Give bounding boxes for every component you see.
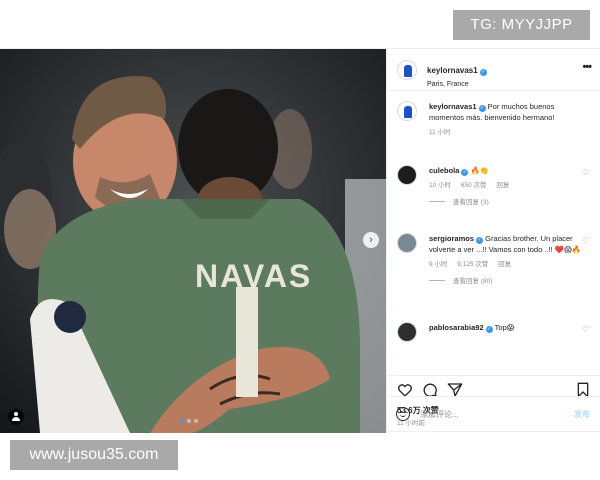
- comment-username[interactable]: culebola: [429, 166, 459, 175]
- like-comment-icon[interactable]: ♡: [582, 325, 589, 334]
- author-username[interactable]: keylornavas1: [427, 66, 478, 75]
- comment-time: 9 小时: [429, 261, 448, 268]
- carousel-dot-active: [180, 419, 184, 423]
- reply-button[interactable]: 回复: [496, 182, 509, 189]
- comment-text: Top😱: [494, 323, 515, 332]
- post-side-panel: keylornavas1 ✓ Paris, France ••• keylorna…: [386, 49, 600, 433]
- comments-list: keylornavas1 ✓ Por muchos buenos momentos…: [387, 91, 600, 375]
- comment-likes[interactable]: 9,125 次赞: [457, 261, 488, 268]
- carousel-dot: [187, 419, 191, 423]
- post-header: keylornavas1 ✓ Paris, France •••: [387, 49, 600, 91]
- caption-avatar[interactable]: [397, 101, 417, 121]
- comment-input[interactable]: [420, 405, 550, 423]
- commenter-avatar[interactable]: [397, 233, 417, 253]
- verified-badge-icon: ✓: [476, 237, 484, 244]
- more-options-icon[interactable]: •••: [582, 61, 592, 73]
- user-tag-icon[interactable]: [8, 409, 24, 425]
- like-comment-icon[interactable]: ♡: [582, 236, 589, 245]
- watermark-bottom: www.jusou35.com: [10, 440, 178, 470]
- verified-badge-icon: ✓: [479, 69, 487, 76]
- comment-item: culebola ✓ 🔥👏 10 小时 650 次赞 回复 查看回复 (3) ♡: [397, 165, 591, 206]
- emoji-icon[interactable]: [396, 407, 410, 421]
- caption-time: 11 小时: [429, 129, 451, 136]
- comment-username[interactable]: pablosarabia92: [429, 323, 484, 332]
- jersey-text-layer: NAVAS: [195, 258, 312, 294]
- watermark-top: TG: MYYJJPP: [453, 10, 590, 40]
- like-comment-icon[interactable]: ♡: [582, 168, 589, 177]
- caption-username[interactable]: keylornavas1: [429, 102, 477, 111]
- comment-text: 🔥👏: [470, 166, 490, 175]
- instagram-post: NAVAS › keylornavas1✓ Paris, France •••: [0, 48, 600, 433]
- jersey-name: NAVAS: [195, 258, 312, 294]
- comment-item: sergioramos ✓ Gracias brother. Un placer …: [397, 233, 591, 285]
- verified-badge-icon: ✓: [478, 105, 486, 112]
- post-comment-button[interactable]: 发布: [574, 409, 590, 420]
- commenter-avatar[interactable]: [397, 165, 417, 185]
- carousel-dot: [194, 419, 198, 423]
- verified-badge-icon: ✓: [485, 326, 493, 333]
- add-comment-bar: 发布: [386, 396, 600, 432]
- comment-time: 10 小时: [429, 182, 452, 189]
- next-image-button[interactable]: ›: [363, 232, 379, 248]
- carousel-dots: [180, 419, 198, 423]
- caption: keylornavas1 ✓ Por muchos buenos momentos…: [397, 101, 591, 136]
- view-replies-button[interactable]: 查看回复 (80): [397, 275, 591, 285]
- post-photo[interactable]: NAVAS ›: [0, 49, 386, 433]
- view-replies-button[interactable]: 查看回复 (3): [397, 196, 591, 206]
- comment-likes[interactable]: 650 次赞: [461, 182, 487, 189]
- reply-button[interactable]: 回复: [498, 261, 511, 268]
- verified-badge-icon: ✓: [461, 169, 469, 176]
- view-replies-label: 查看回复 (80): [453, 278, 493, 285]
- author-avatar[interactable]: [397, 60, 417, 80]
- comment-username[interactable]: sergioramos: [429, 234, 474, 243]
- commenter-avatar[interactable]: [397, 322, 417, 342]
- view-replies-label: 查看回复 (3): [453, 199, 489, 206]
- post-location[interactable]: Paris, France: [427, 81, 487, 88]
- comment-item: pablosarabia92 ✓ Top😱 ♡: [397, 322, 591, 342]
